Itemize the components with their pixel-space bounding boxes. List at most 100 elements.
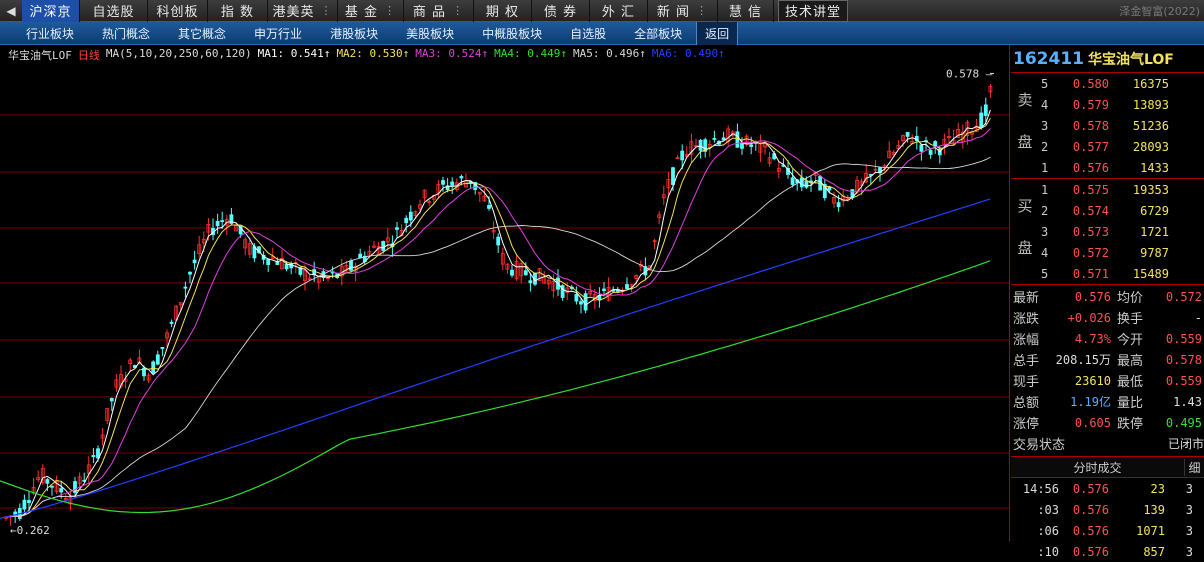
stat-value: 23610 (1074, 373, 1111, 388)
back-label: 返回 (705, 26, 730, 41)
stat-row: 交易状态 已闭市 (1011, 433, 1204, 454)
book-volume: 15489 (1132, 266, 1169, 281)
kline-svg[interactable]: 0.578 — ←0.262 (0, 45, 1009, 542)
tick-volume: 1071 (1136, 523, 1165, 538)
sell-row[interactable]: 4 0.579 13893 (1011, 94, 1204, 115)
kline-chart[interactable]: 0.578 — ←0.262 华宝油气LOF 日线 MA(5,10,20,250,… (0, 45, 1010, 542)
candle-body (91, 455, 96, 458)
tick-count: 3 (1185, 544, 1193, 559)
stat-value: 0.605 (1074, 415, 1111, 430)
tick-trades-title[interactable]: 分时成交 (1011, 459, 1184, 476)
high-price-label: 0.578 — (946, 67, 993, 80)
tick-detail-button[interactable]: 细 (1184, 458, 1204, 476)
stat-value: 0.559 (1165, 331, 1202, 346)
tab-hk-us[interactable]: 港美英 ⋮ (268, 0, 338, 22)
candle-body (979, 112, 984, 128)
legend-ma4: MA4: 0.449↑ (494, 47, 568, 60)
candle-body (45, 479, 50, 484)
stat-row: 总手 208.15万 最高 0.578 (1011, 349, 1204, 370)
book-level: 3 (1041, 118, 1049, 133)
candle-body (450, 181, 455, 186)
tab-index[interactable]: 指 数 (208, 0, 268, 22)
sell-row[interactable]: 1 0.576 1433 (1011, 157, 1204, 178)
tab-zixuan[interactable]: 自选股 (80, 0, 148, 22)
sector-china-concept[interactable]: 中概股板块 (468, 22, 556, 45)
tab-label: 基 金 (344, 5, 379, 20)
book-price: 0.571 (1072, 266, 1109, 281)
candle-body (487, 205, 491, 209)
quote-stats: 最新 0.576 均价 0.572 涨跌 +0.026 换手 - 涨幅 4.73% 今开 0.559 总… (1011, 285, 1204, 454)
chart-legend: 华宝油气LOF 日线 MA(5,10,20,250,60,120) MA1: 0… (8, 47, 725, 63)
stat-label: 最高 (1117, 354, 1144, 369)
back-button[interactable]: 返回 (696, 21, 739, 45)
book-price: 0.577 (1072, 139, 1109, 154)
sector-watchlist[interactable]: 自选股 (556, 22, 620, 45)
sector-other-concept[interactable]: 其它概念 (164, 22, 240, 45)
tab-hushenjing[interactable]: 沪深京 (22, 0, 80, 22)
buy-row[interactable]: 2 0.574 6729 (1011, 200, 1204, 221)
sector-label: 中概股板块 (482, 26, 543, 41)
tab-bonds[interactable]: 债 券 (532, 0, 590, 22)
stat-label: 涨幅 (1013, 333, 1040, 348)
tab-fund[interactable]: 基 金 ⋮ (338, 0, 404, 22)
legend-ma1: MA1: 0.541↑ (257, 47, 331, 60)
menu-dots-icon: ⋮ (384, 4, 397, 17)
tick-volume: 857 (1143, 544, 1165, 559)
candle-body (919, 144, 924, 152)
book-volume: 28093 (1132, 139, 1169, 154)
book-level: 2 (1041, 203, 1049, 218)
sector-hk[interactable]: 港股板块 (316, 22, 392, 45)
candle-body (50, 485, 54, 488)
tab-label: 债 券 (543, 5, 578, 20)
stat-value: +0.026 (1067, 310, 1111, 325)
stat-label: 交易状态 (1013, 438, 1066, 453)
buy-row[interactable]: 5 0.571 15489 (1011, 263, 1204, 284)
candle-body (579, 301, 583, 305)
ma3-line (5, 128, 991, 518)
sell-row[interactable]: 3 0.578 51236 (1011, 115, 1204, 136)
sector-all[interactable]: 全部板块 (620, 22, 696, 45)
legend-ma3: MA3: 0.524↑ (415, 47, 489, 60)
sector-label: 全部板块 (634, 26, 683, 41)
legend-period: 日线 (77, 49, 100, 62)
book-price: 0.575 (1072, 182, 1109, 197)
stat-label: 今开 (1117, 333, 1144, 348)
tab-options[interactable]: 期 权 (474, 0, 532, 22)
tech-class-button[interactable]: 技术讲堂 (778, 0, 849, 22)
tab-label: 商 品 (412, 5, 447, 20)
sector-shenwan[interactable]: 申万行业 (240, 22, 316, 45)
buy-row[interactable]: 4 0.572 9787 (1011, 242, 1204, 263)
legend-ma-params: MA(5,10,20,250,60,120) (105, 47, 252, 60)
buy-label-text: 买盘 (1017, 197, 1033, 257)
stat-value: 1.19亿 (1070, 395, 1111, 409)
tab-huixin[interactable]: 慧 信 (718, 0, 774, 22)
buy-row[interactable]: 1 0.575 19353 (1011, 179, 1204, 200)
buy-row[interactable]: 3 0.573 1721 (1011, 221, 1204, 242)
tick-price: 0.576 (1072, 481, 1109, 496)
stat-value: 1.43 (1173, 394, 1202, 409)
candle-body (151, 361, 156, 374)
stat-label: 均价 (1117, 291, 1144, 306)
candle-body (160, 347, 165, 349)
candle-body (183, 286, 188, 289)
sell-row[interactable]: 5 0.580 16375 (1011, 73, 1204, 94)
candle-body (395, 227, 399, 230)
sector-label: 其它概念 (178, 26, 227, 41)
sector-label: 申万行业 (254, 26, 303, 41)
stat-value: 已闭市 (1167, 437, 1204, 451)
sector-hot-concept[interactable]: 热门概念 (88, 22, 164, 45)
sector-us[interactable]: 美股板块 (392, 22, 468, 45)
tab-commodity[interactable]: 商 品 ⋮ (404, 0, 474, 22)
tab-kechuang[interactable]: 科创板 (148, 0, 208, 22)
candle-body (155, 354, 160, 365)
stat-row: 现手 23610 最低 0.559 (1011, 370, 1204, 391)
menu-dots-icon: ⋮ (452, 4, 465, 17)
tab-label: 沪深京 (29, 5, 72, 20)
sector-industry[interactable]: 行业板块 (12, 22, 88, 45)
tab-news[interactable]: 新 闻 ⋮ (648, 0, 718, 22)
candle-body (358, 253, 363, 259)
stat-label: 最低 (1117, 375, 1144, 390)
sell-row[interactable]: 2 0.577 28093 (1011, 136, 1204, 157)
tab-forex[interactable]: 外 汇 (590, 0, 648, 22)
menu-toggle-icon[interactable]: ◀ (0, 0, 22, 22)
